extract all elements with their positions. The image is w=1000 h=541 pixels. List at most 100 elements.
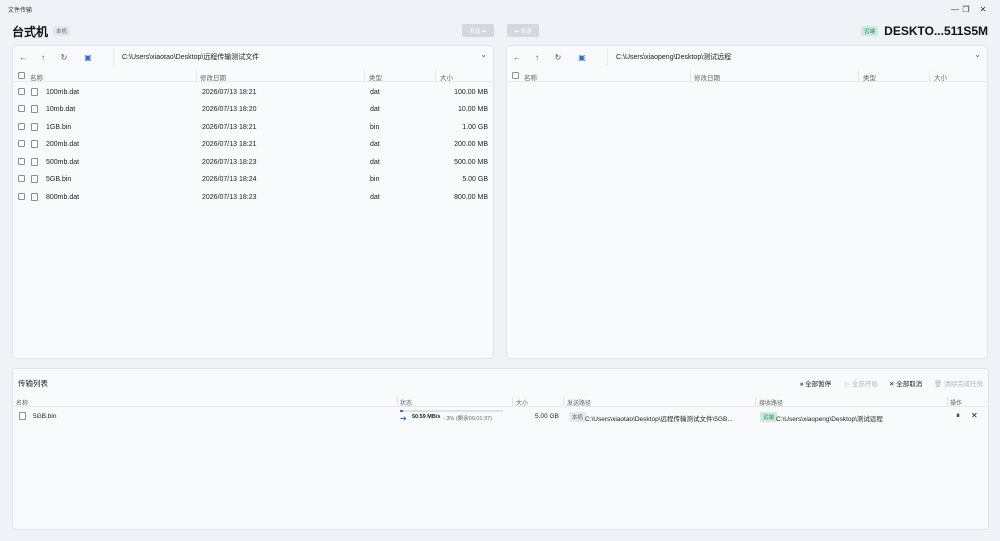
file-type: dat [370,159,380,166]
file-size: 100.00 MB [454,89,488,96]
col-modified[interactable]: 修改日期 [694,72,720,82]
col-status: 状态 [400,401,413,407]
col-modified[interactable]: 修改日期 [200,72,226,82]
folder-icon[interactable]: ▣ [576,51,588,63]
pause-all-button[interactable]: ⏸ 全部暂停 [800,378,831,389]
remote-device-header: 远端 DESKTO...511S5M [861,20,988,42]
file-type: dat [370,141,380,148]
local-file-panel: ← ↑ ↻ ▣ C:\Users\xiaotao\Desktop\远程传输测试文… [12,45,494,359]
file-modified: 2026/07/13 18:23 [202,159,257,166]
transfer-file-name: 5GB.bin [33,413,57,420]
up-icon[interactable]: ↑ [37,51,49,63]
remote-file-panel: ← ↑ ↻ ▣ C:\Users\xiaopeng\Desktop\测试远程 ⌄… [506,45,988,359]
file-row[interactable]: 5GB.bin 2026/07/13 18:24 bin 5.00 GB [13,171,493,188]
col-type[interactable]: 类型 [863,72,876,82]
file-size: 500.00 MB [454,159,488,166]
col-name[interactable]: 名称 [524,72,537,82]
row-checkbox[interactable] [18,105,25,112]
cancel-all-button[interactable]: ✕ 全部取消 [889,378,922,388]
file-icon [31,175,38,183]
local-column-header: 名称 修改日期 类型 大小 [13,70,493,82]
refresh-icon[interactable]: ↻ [552,51,564,63]
file-name: 500mb.dat [46,159,80,166]
file-icon [31,193,38,201]
cancel-icon[interactable]: ✕ [971,411,978,420]
file-row[interactable]: 200mb.dat 2026/07/13 18:21 dat 200.00 MB [13,136,493,153]
row-checkbox[interactable] [18,140,25,147]
local-path-input[interactable]: C:\Users\xiaotao\Desktop\远程传输测试文件 [113,48,483,66]
file-size: 800.00 MB [454,194,488,201]
file-name: 5GB.bin [46,176,72,183]
src-path: C:\Users\xiaotao\Desktop\远程传输测试文件\5GB... [585,416,733,423]
file-size: 200.00 MB [454,141,488,148]
file-modified: 2026/07/13 18:21 [202,124,257,131]
pause-icon[interactable]: ⏸ [956,411,960,421]
folder-icon[interactable]: ▣ [82,51,94,63]
col-type[interactable]: 类型 [369,72,382,82]
file-row[interactable]: 800mb.dat 2026/07/13 18:23 dat 800.00 MB [13,189,493,206]
window-title: 文件传输 [8,8,33,14]
file-modified: 2026/07/13 18:24 [202,176,257,183]
row-checkbox[interactable] [18,123,25,130]
local-device-header: 台式机 本机 [12,20,71,42]
file-modified: 2026/07/13 18:21 [202,141,257,148]
select-all-checkbox[interactable] [512,72,519,79]
file-row[interactable]: 10mb.dat 2026/07/13 18:20 dat 10.00 MB [13,101,493,118]
col-dst: 接收路径 [759,401,784,407]
file-type: dat [370,89,380,96]
file-size: 5.00 GB [462,176,488,183]
clear-done-button[interactable]: 🗑 清除完成任务 [934,378,983,388]
back-icon[interactable]: ← [511,51,523,63]
file-size: 10.00 MB [458,106,488,113]
start-all-button[interactable]: ▷ 全部开始 [845,378,878,388]
col-size: 大小 [516,401,529,407]
dst-tag: 远端 [760,412,778,422]
local-tag: 本机 [53,26,71,36]
send-to-remote-button[interactable]: 发送 ➡ [462,24,494,37]
back-icon[interactable]: ← [17,51,29,63]
remote-path-input[interactable]: C:\Users\xiaopeng\Desktop\测试远程 [607,48,977,66]
file-name: 800mb.dat [46,194,80,201]
col-name[interactable]: 名称 [30,72,43,82]
file-icon [31,158,38,166]
close-window-button[interactable]: ✕ [974,2,992,16]
file-name: 100mb.dat [46,89,80,96]
transfer-progress-bar [400,410,503,412]
transfer-row[interactable]: 5GB.bin ➜ 50.59 MB/s - 3% (剩余00:01:37) 5… [13,409,988,425]
transfer-status-detail: - 3% (剩余00:01:37) [443,416,492,422]
file-row[interactable]: 100mb.dat 2026/07/13 18:21 dat 100.00 MB [13,84,493,101]
remote-column-header: 名称 修改日期 类型 大小 [507,70,987,82]
up-icon[interactable]: ↑ [531,51,543,63]
file-icon [31,105,38,113]
transfer-speed: 50.59 MB/s [412,414,441,420]
col-ops: 操作 [950,401,963,407]
row-checkbox[interactable] [18,193,25,200]
dst-path: C:\Users\xiaopeng\Desktop\测试远程 [776,416,883,423]
chevron-down-icon[interactable]: ⌄ [480,50,487,59]
local-toolbar: ← ↑ ↻ ▣ C:\Users\xiaotao\Desktop\远程传输测试文… [13,46,493,68]
send-to-local-button[interactable]: ⬅ 发送 [507,24,539,37]
file-row[interactable]: 1GB.bin 2026/07/13 18:21 bin 1.00 GB [13,119,493,136]
file-icon [31,88,38,96]
file-type: bin [370,176,380,183]
col-size[interactable]: 大小 [934,72,947,82]
remote-device-name: DESKTO...511S5M [884,24,988,38]
row-checkbox[interactable] [18,158,25,165]
local-device-name: 台式机 [12,24,49,39]
chevron-down-icon[interactable]: ⌄ [974,50,981,59]
select-all-checkbox[interactable] [18,72,25,79]
maximize-button[interactable]: ❐ [957,2,975,16]
file-icon [31,140,38,148]
file-name: 10mb.dat [46,106,76,113]
file-name: 200mb.dat [46,141,80,148]
col-name: 名称 [16,401,29,407]
title-bar: 文件传输 — ❐ ✕ [0,0,1000,18]
file-type: bin [370,124,380,131]
transfer-title: 传输列表 [18,379,48,388]
row-checkbox[interactable] [18,175,25,182]
col-size[interactable]: 大小 [440,72,453,82]
remote-tag: 远端 [861,26,879,36]
row-checkbox[interactable] [18,88,25,95]
refresh-icon[interactable]: ↻ [58,51,70,63]
file-row[interactable]: 500mb.dat 2026/07/13 18:23 dat 500.00 MB [13,154,493,171]
